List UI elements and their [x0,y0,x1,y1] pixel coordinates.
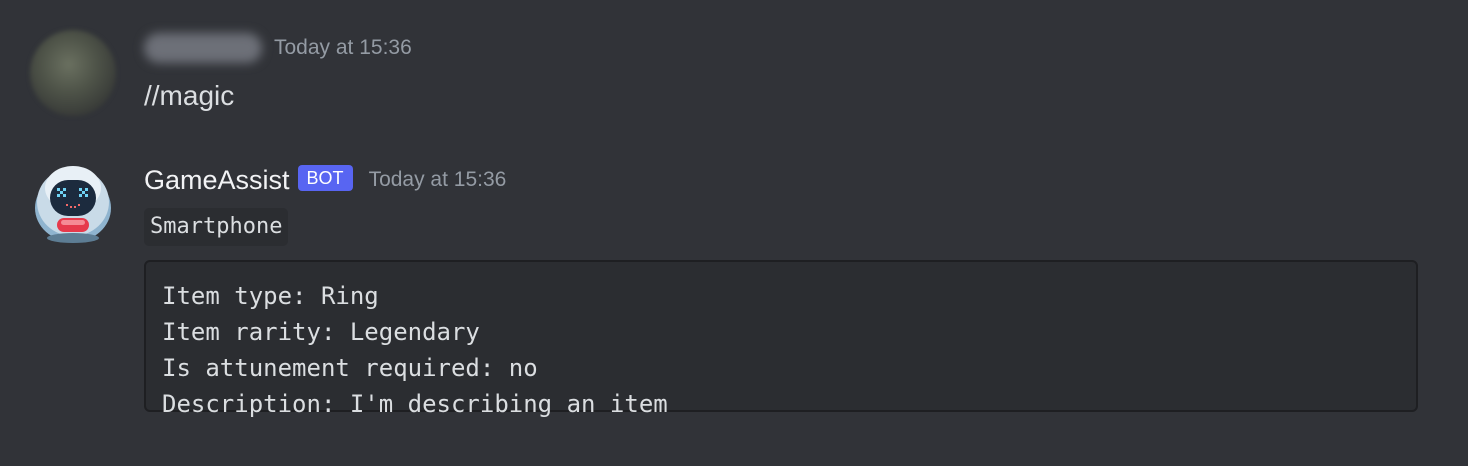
message-timestamp[interactable]: Today at 15:36 [274,36,412,60]
user-avatar[interactable] [30,30,116,116]
code-line: Description: I'm describing an item [162,390,668,418]
message-content: //magic [144,80,235,111]
code-line: Item rarity: Legendary [162,318,480,346]
code-block: Item type: Ring Item rarity: Legendary I… [144,260,1418,418]
message-timestamp[interactable]: Today at 15:36 [369,168,507,192]
inline-code: Smartphone [144,208,289,246]
message-header: GameAssist BOT Today at 15:36 [144,160,506,200]
robot-icon [35,166,111,243]
chat-window: Today at 15:36 //magic GameAssist BOT To… [0,0,1468,466]
bot-badge: BOT [297,165,353,191]
code-line: Is attunement required: no [162,354,538,382]
username-redacted[interactable] [144,33,262,63]
message-header: Today at 15:36 [144,28,412,68]
bot-avatar[interactable] [30,162,116,248]
code-line: Item type: Ring [162,282,379,310]
bot-username[interactable]: GameAssist [144,165,290,196]
